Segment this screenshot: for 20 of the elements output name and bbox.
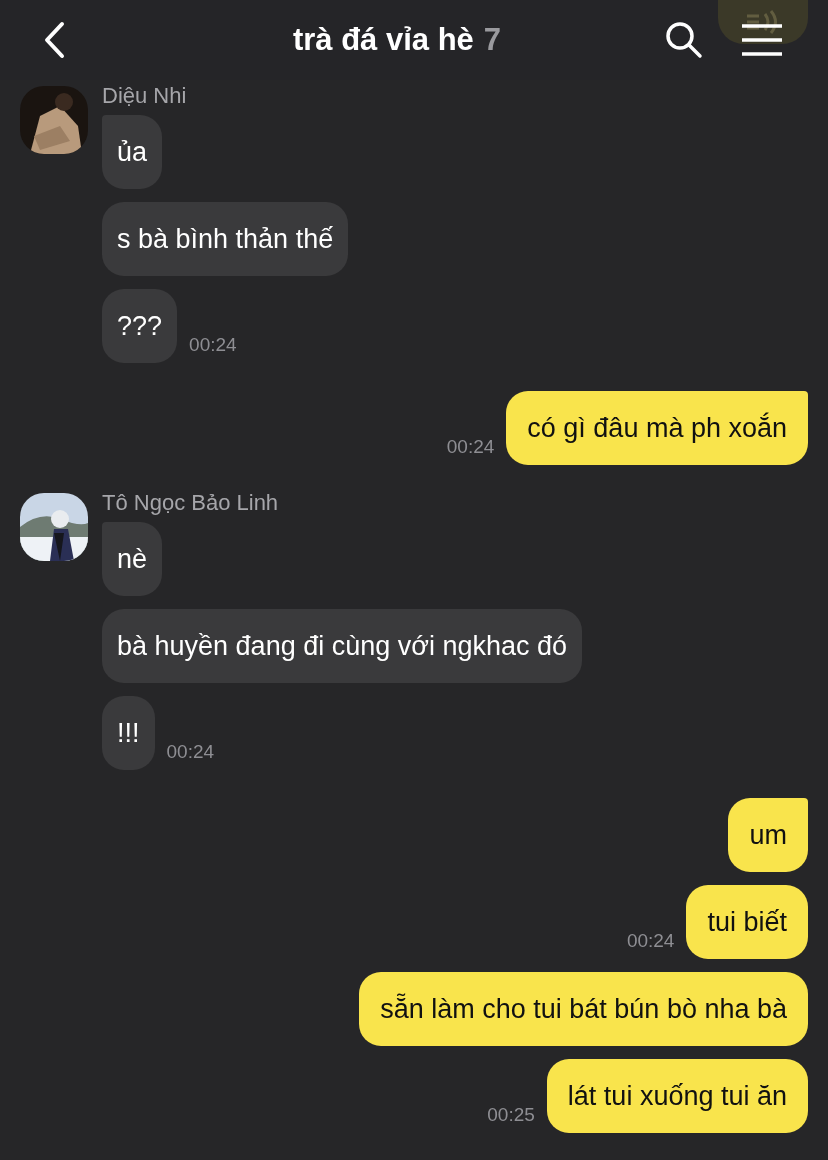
message-bubble: sẵn làm cho tui bát bún bò nha bà: [359, 972, 808, 1046]
message-bubble: !!!: [102, 696, 155, 770]
chat-title: trà đá vỉa hè: [292, 20, 474, 59]
message-time: 00:24: [166, 739, 215, 764]
message-bubble: bà huyền đang đi cùng với ngkhac đó: [102, 609, 583, 683]
sender-name: Diệu Nhi: [102, 84, 187, 108]
message-bubble: có gì đâu mà ph xoắn: [506, 391, 808, 465]
message-bubble: nè: [102, 522, 163, 596]
message-time: 00:24: [626, 928, 675, 953]
message-time: 00:24: [446, 434, 495, 459]
message-time: 00:24: [189, 332, 237, 357]
sender-name: Tô Ngọc Bảo Linh: [102, 491, 279, 515]
member-count: 7: [483, 20, 502, 59]
message-bubble: ủa: [102, 115, 163, 189]
message-bubble: s bà bình thản thế: [102, 202, 349, 276]
message-bubble: ???: [102, 289, 178, 363]
message-bubble: tui biết: [686, 885, 808, 959]
message-bubble: lát tui xuống tui ăn: [546, 1059, 808, 1133]
message-time: 00:25: [487, 1102, 535, 1127]
message-bubble: um: [728, 798, 808, 872]
